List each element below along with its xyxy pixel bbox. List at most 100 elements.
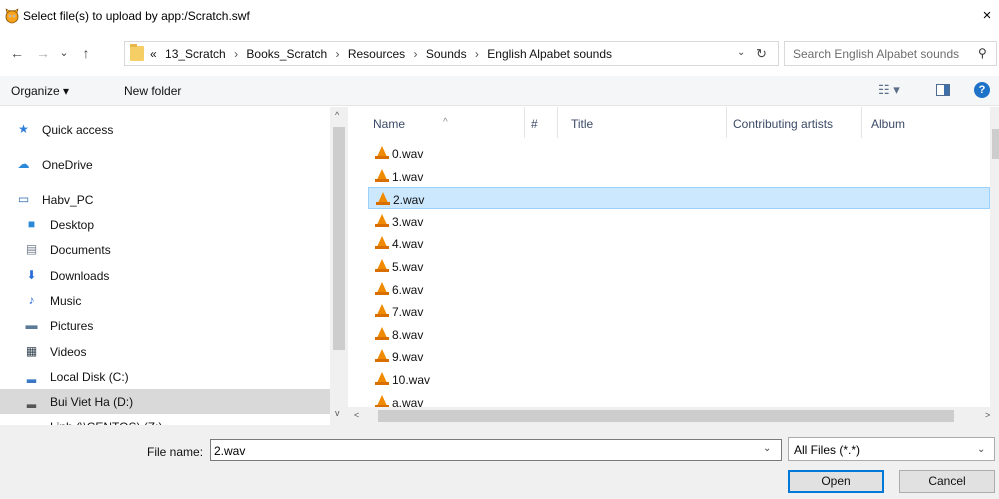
sidebar-item-quick-access[interactable]: ★ Quick access bbox=[0, 117, 330, 142]
search-icon[interactable]: ⚲ bbox=[978, 46, 987, 60]
sidebar-item-music[interactable]: ♪ Music bbox=[0, 288, 330, 313]
column-number[interactable]: # bbox=[531, 117, 538, 131]
sidebar-item-desktop[interactable]: ■ Desktop bbox=[0, 212, 330, 237]
file-row[interactable]: 3.wav bbox=[368, 210, 990, 232]
file-row[interactable]: 0.wav bbox=[368, 142, 990, 164]
address-bar[interactable]: « 13_Scratch › Books_Scratch › Resources… bbox=[124, 41, 779, 66]
sidebar-item-onedrive[interactable]: ☁ OneDrive bbox=[0, 152, 330, 177]
vlc-audio-file-icon bbox=[375, 326, 389, 340]
file-row[interactable]: 8.wav bbox=[368, 323, 990, 345]
sidebar-item-videos[interactable]: ▦ Videos bbox=[0, 339, 330, 364]
column-divider[interactable] bbox=[726, 107, 727, 138]
sidebar-item-documents[interactable]: ▤ Documents bbox=[0, 237, 330, 262]
breadcrumb-separator[interactable]: › bbox=[335, 47, 339, 61]
file-name: 6.wav bbox=[392, 282, 424, 297]
vlc-audio-file-icon bbox=[376, 192, 390, 206]
pane-splitter[interactable] bbox=[348, 107, 368, 425]
organize-button[interactable]: Organize ▾ bbox=[11, 84, 69, 98]
forward-button[interactable]: → bbox=[34, 43, 52, 63]
file-list: Name ^ # Title Contributing artists Albu… bbox=[368, 107, 990, 425]
breadcrumb: « 13_Scratch › Books_Scratch › Resources… bbox=[150, 47, 617, 61]
column-divider[interactable] bbox=[861, 107, 862, 138]
sidebar-item-downloads[interactable]: ⬇ Downloads bbox=[0, 263, 330, 288]
back-button[interactable]: ← bbox=[8, 43, 26, 63]
change-view-icon[interactable]: ☷ ▾ bbox=[878, 82, 900, 98]
file-row[interactable]: 5.wav bbox=[368, 255, 990, 277]
scroll-left-arrow[interactable]: < bbox=[354, 410, 359, 420]
close-button[interactable]: × bbox=[976, 6, 998, 26]
sidebar-item-label: Local Disk (C:) bbox=[50, 370, 129, 384]
vlc-audio-file-icon bbox=[375, 372, 389, 385]
search-input[interactable]: Search English Alpabet sounds ⚲ bbox=[784, 41, 997, 66]
navigation-pane: ★ Quick access ☁ OneDrive ▭ Habv_PC ■ Desktop ▤ D… bbox=[0, 107, 348, 425]
file-row[interactable]: 2.wav bbox=[368, 187, 990, 210]
file-name: 0.wav bbox=[392, 147, 424, 161]
column-divider[interactable] bbox=[557, 107, 558, 138]
downloads-icon: ⬇ bbox=[26, 268, 37, 282]
column-name[interactable]: Name bbox=[373, 117, 405, 131]
file-name-input[interactable] bbox=[214, 443, 754, 459]
preview-pane-icon[interactable] bbox=[936, 84, 950, 96]
file-name-label: File name: bbox=[147, 445, 204, 459]
sidebar-item-label: Downloads bbox=[50, 269, 110, 283]
file-row[interactable]: 4.wav bbox=[368, 232, 990, 254]
file-type-select[interactable]: All Files (*.*) ⌄ bbox=[788, 437, 995, 461]
column-album[interactable]: Album bbox=[871, 117, 905, 131]
scroll-up-arrow[interactable]: ^ bbox=[335, 110, 339, 120]
scrollbar-thumb[interactable] bbox=[378, 410, 954, 422]
column-title[interactable]: Title bbox=[571, 117, 593, 131]
breadcrumb-resources[interactable]: Resources bbox=[348, 47, 405, 61]
breadcrumb-separator[interactable]: › bbox=[234, 47, 238, 61]
title-bar: Select file(s) to upload by app:/Scratch… bbox=[0, 0, 999, 32]
sidebar-item-habv-pc[interactable]: ▭ Habv_PC bbox=[0, 187, 330, 212]
file-name: 5.wav bbox=[392, 260, 424, 274]
column-contributing-artists[interactable]: Contributing artists bbox=[733, 117, 833, 131]
breadcrumb-english-alpabet-sounds[interactable]: English Alpabet sounds bbox=[487, 47, 612, 61]
sidebar-item-label: Bui Viet Ha (D:) bbox=[50, 395, 134, 409]
file-row[interactable]: 1.wav bbox=[368, 165, 990, 187]
sidebar-item-linh-centos-z[interactable]: ▂Linh (\\CENTOS) (Z:) bbox=[0, 414, 330, 425]
up-button[interactable]: ↑ bbox=[78, 43, 94, 63]
vlc-audio-file-icon bbox=[375, 213, 389, 227]
sidebar-item-label: Habv_PC bbox=[42, 193, 94, 207]
breadcrumb-books-scratch[interactable]: Books_Scratch bbox=[246, 47, 327, 61]
breadcrumb-13-scratch[interactable]: 13_Scratch bbox=[165, 47, 226, 61]
file-row[interactable]: 9.wav bbox=[368, 345, 990, 367]
music-icon: ♪ bbox=[28, 293, 35, 307]
column-headers: Name ^ # Title Contributing artists Albu… bbox=[368, 107, 990, 138]
navigation-scrollbar[interactable]: ^ v bbox=[330, 107, 348, 425]
horizontal-scrollbar[interactable]: < > bbox=[348, 407, 999, 425]
scratch-cat-icon bbox=[5, 8, 19, 24]
file-type-value: All Files (*.*) bbox=[794, 443, 861, 457]
file-name: 4.wav bbox=[392, 237, 424, 252]
file-row[interactable]: 7.wav bbox=[368, 300, 990, 322]
cancel-button[interactable]: Cancel bbox=[899, 470, 995, 493]
file-list-scrollbar[interactable] bbox=[990, 107, 999, 425]
help-icon[interactable]: ? bbox=[974, 82, 990, 98]
file-row[interactable]: 10.wav bbox=[368, 368, 990, 390]
file-row[interactable]: 6.wav bbox=[368, 278, 990, 300]
sidebar-item-pictures[interactable]: ▬ Pictures bbox=[0, 313, 330, 338]
breadcrumb-sounds[interactable]: Sounds bbox=[426, 47, 467, 61]
address-dropdown-icon[interactable]: ⌄ bbox=[737, 47, 745, 58]
scroll-right-arrow[interactable]: > bbox=[985, 410, 990, 420]
breadcrumb-separator[interactable]: › bbox=[414, 47, 418, 61]
sidebar-item-label: Pictures bbox=[50, 319, 94, 333]
sidebar-item-local-disk-c[interactable]: ▂ Local Disk (C:) bbox=[0, 364, 330, 389]
file-name-field[interactable]: ⌄ bbox=[210, 439, 782, 461]
scrollbar-thumb[interactable] bbox=[992, 129, 999, 159]
pictures-icon: ▬ bbox=[25, 318, 38, 332]
refresh-icon[interactable]: ↻ bbox=[756, 46, 767, 62]
scroll-down-arrow[interactable]: v bbox=[335, 408, 340, 418]
column-divider[interactable] bbox=[524, 107, 525, 138]
open-button[interactable]: Open bbox=[788, 470, 884, 493]
recent-locations-button[interactable]: ⌄ bbox=[57, 43, 71, 63]
breadcrumb-separator[interactable]: › bbox=[475, 47, 479, 61]
breadcrumb-overflow[interactable]: « bbox=[150, 47, 157, 61]
vlc-audio-file-icon bbox=[375, 259, 389, 272]
new-folder-button[interactable]: New folder bbox=[124, 84, 181, 98]
scrollbar-thumb[interactable] bbox=[333, 127, 345, 350]
sidebar-item-bui-viet-ha-d[interactable]: ▂ Bui Viet Ha (D:) bbox=[0, 389, 330, 414]
file-name-dropdown-icon[interactable]: ⌄ bbox=[763, 443, 771, 454]
file-name: 8.wav bbox=[392, 327, 424, 342]
